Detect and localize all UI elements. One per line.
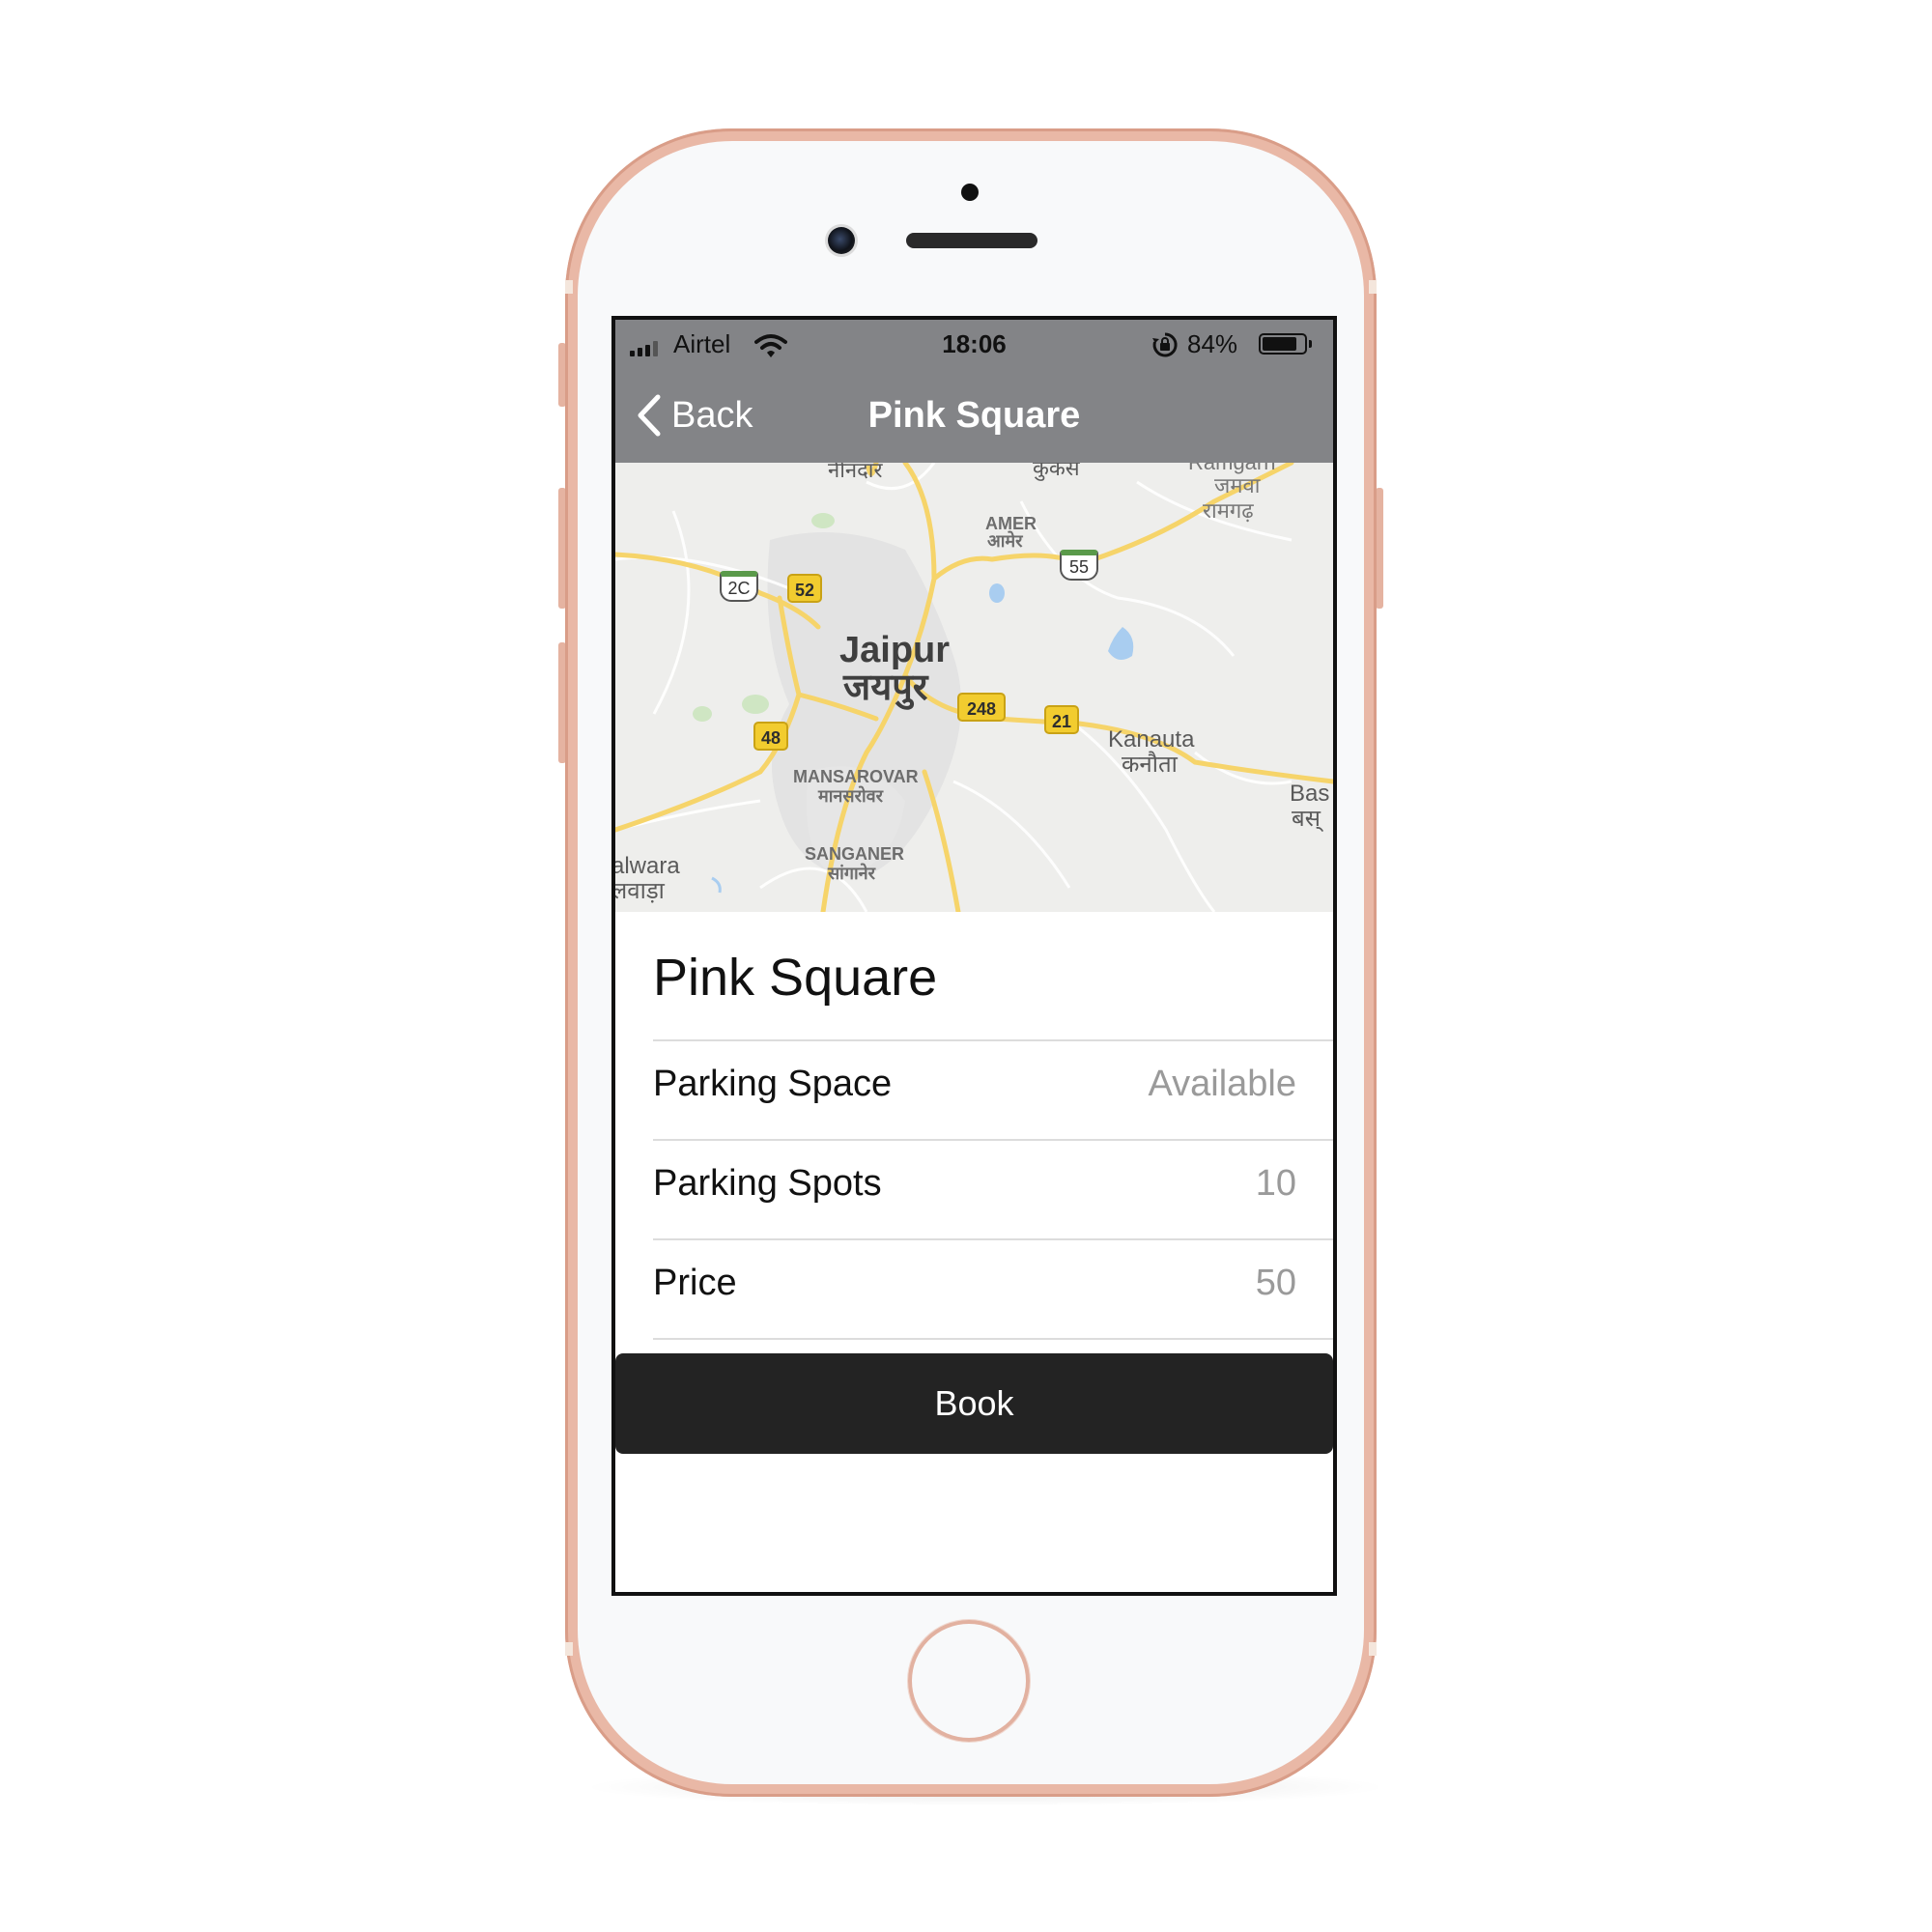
map-label-ramgarh: Ramgarh	[1188, 463, 1275, 473]
book-button[interactable]: Book	[615, 1353, 1333, 1454]
power-button	[1376, 488, 1383, 609]
map-base	[615, 463, 1333, 912]
rotation-lock-icon	[1152, 332, 1178, 357]
map-label-bassi-hi: बस्	[1292, 806, 1321, 832]
highway-shield-2c: 2C	[720, 571, 758, 602]
map-label-bagru-hi: लवाड़ा	[615, 878, 665, 904]
highway-shield-48: 48	[753, 722, 788, 751]
divider	[653, 1238, 1333, 1240]
map-label-jaipur: Jaipur	[839, 630, 951, 670]
antenna-band	[1369, 1642, 1377, 1656]
parking-spots-value: 10	[1255, 1163, 1296, 1204]
map-label-mansarovar-hi: मानसरोवर	[818, 786, 883, 806]
parking-spots-label: Parking Spots	[653, 1163, 882, 1204]
highway-shield-55: 55	[1060, 550, 1098, 581]
map-label-ramgarh-hi: रामगढ़	[1203, 498, 1254, 523]
home-button[interactable]	[908, 1620, 1030, 1742]
page-title: Pink Square	[867, 395, 1081, 436]
front-camera-icon	[828, 227, 855, 254]
parking-space-label: Parking Space	[653, 1064, 893, 1104]
divider	[653, 1039, 1333, 1041]
status-bar: Airtel 18:06 84%	[615, 320, 1333, 368]
highway-shield-248: 248	[957, 693, 1006, 722]
map-label-mansarovar: MANSAROVAR	[793, 767, 919, 786]
battery-percent: 84%	[1187, 329, 1238, 358]
battery-level	[1263, 337, 1296, 351]
navigation-bar: Back Pink Square	[615, 368, 1333, 463]
highway-shield-52: 52	[787, 574, 822, 603]
map-label-nindar: नीनदार	[828, 463, 883, 482]
price-value: 50	[1255, 1263, 1296, 1303]
highway-shield-21: 21	[1044, 705, 1079, 734]
map-label-bagru: alwara	[615, 853, 680, 879]
map-label-jamwa: जमवा	[1214, 473, 1261, 497]
map-label-kanauta-hi: कनौता	[1122, 752, 1178, 778]
phone-screen: Airtel 18:06 84% Back Pink Square नीनदार…	[611, 316, 1337, 1596]
map-label-amer-hi: आमेर	[987, 531, 1023, 551]
antenna-band	[565, 280, 573, 294]
map-label-sanganer: SANGANER	[805, 844, 905, 864]
divider	[653, 1338, 1333, 1340]
map-label-bassi: Bas	[1290, 781, 1330, 807]
proximity-sensor	[961, 184, 979, 201]
divider	[653, 1139, 1333, 1141]
earpiece-speaker	[906, 233, 1037, 248]
map-view[interactable]: नीनदार कुकस Ramgarh जमवा रामगढ़ AMER आमे…	[615, 463, 1333, 912]
antenna-band	[1369, 280, 1377, 294]
price-label: Price	[653, 1263, 737, 1303]
map-label-kukas: कुकस	[1033, 463, 1080, 480]
location-title: Pink Square	[653, 949, 938, 1007]
map-label-jaipur-hi: जयपुर	[843, 668, 928, 708]
antenna-band	[565, 1642, 573, 1656]
battery-tip	[1309, 340, 1312, 348]
map-label-sanganer-hi: सांगानेर	[828, 864, 875, 883]
battery-icon	[1259, 333, 1307, 355]
parking-space-value: Available	[1148, 1064, 1296, 1104]
map-label-kanauta: Kanauta	[1108, 726, 1195, 753]
